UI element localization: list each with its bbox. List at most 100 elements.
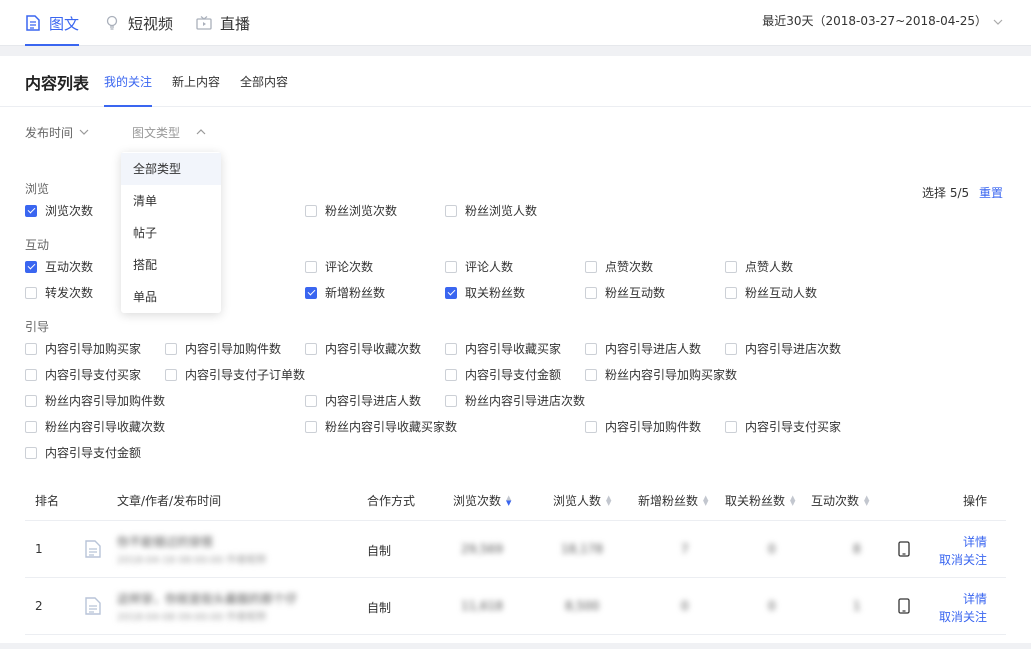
dropdown-option-item[interactable]: 单品 xyxy=(121,281,221,313)
checkbox-guide[interactable]: 内容引导进店人数 xyxy=(305,392,421,409)
checkbox-box xyxy=(445,286,457,299)
th-interact[interactable]: 互动次数 ▲ ▼ xyxy=(811,492,869,509)
cell-article-title[interactable]: 你不能错过的穿搭 xyxy=(117,533,213,550)
th-unfollow[interactable]: 取关粉丝数 ▲ ▼ xyxy=(725,492,795,509)
dropdown-option-post[interactable]: 帖子 xyxy=(121,217,221,249)
cell-interact: 8 xyxy=(853,542,861,556)
th-views[interactable]: 浏览次数 ▲ ▼ xyxy=(453,492,511,509)
date-range-label: 最近30天（2018-03-27~2018-04-25） xyxy=(762,14,987,28)
checkbox-box xyxy=(25,446,37,459)
table-row: 2 这样穿，你就是街头最靓的那个仔 2018-04-08 09:00:00 作者… xyxy=(25,578,1006,635)
tv-icon xyxy=(196,15,212,31)
checkbox-fan-interact-people[interactable]: 粉丝互动人数 xyxy=(725,284,817,301)
checkbox-guide[interactable]: 内容引导加购件数 xyxy=(165,340,281,357)
tab-short-video[interactable]: 短视频 xyxy=(104,0,173,46)
th-new-fans[interactable]: 新增粉丝数 ▲ ▼ xyxy=(638,492,708,509)
checkbox-box xyxy=(25,260,37,273)
cell-new-fans: 0 xyxy=(681,599,689,613)
checkbox-guide[interactable]: 内容引导收藏买家 xyxy=(445,340,561,357)
cell-views: 29,569 xyxy=(461,542,503,556)
checkbox-label: 内容引导收藏次数 xyxy=(325,342,422,356)
checkbox-box xyxy=(445,368,457,381)
checkbox-guide[interactable]: 内容引导进店人数 xyxy=(585,340,701,357)
checkbox-label: 内容引导加购件数 xyxy=(185,342,282,356)
checkbox-guide[interactable]: 内容引导进店次数 xyxy=(725,340,841,357)
subtab-all[interactable]: 全部内容 xyxy=(240,73,288,107)
checkbox-guide[interactable]: 内容引导支付金额 xyxy=(445,366,561,383)
checkbox-box xyxy=(305,204,317,217)
checkbox-like-count[interactable]: 点赞次数 xyxy=(585,258,653,275)
checkbox-label: 内容引导支付子订单数 xyxy=(185,368,306,382)
checkbox-label: 点赞人数 xyxy=(745,260,794,274)
checkbox-fan-browse-count[interactable]: 粉丝浏览次数 xyxy=(305,202,397,219)
th-viewers[interactable]: 浏览人数 ▲ ▼ xyxy=(553,492,611,509)
checkbox-label: 评论次数 xyxy=(325,260,374,274)
tab-graphic[interactable]: 图文 xyxy=(25,0,80,46)
checkbox-box xyxy=(25,368,37,381)
checkbox-label: 内容引导支付金额 xyxy=(465,368,562,382)
checkbox-guide[interactable]: 内容引导支付买家 xyxy=(725,418,841,435)
checkbox-browse-count[interactable]: 浏览次数 xyxy=(25,202,93,219)
checkbox-comment-people[interactable]: 评论人数 xyxy=(445,258,513,275)
dropdown-option-outfit[interactable]: 搭配 xyxy=(121,249,221,281)
unfollow-link[interactable]: 取消关注 xyxy=(939,551,987,568)
th-label: 取关粉丝数 xyxy=(725,494,786,508)
selection-label: 选择 5/5 xyxy=(922,186,970,200)
checkbox-share-count[interactable]: 转发次数 xyxy=(25,284,93,301)
th-label: 浏览人数 xyxy=(553,494,602,508)
checkbox-guide[interactable]: 内容引导支付子订单数 xyxy=(165,366,305,383)
checkbox-box xyxy=(25,286,37,299)
checkbox-guide[interactable]: 内容引导支付金额 xyxy=(25,444,141,461)
unfollow-link[interactable]: 取消关注 xyxy=(939,608,987,625)
publish-time-filter[interactable]: 发布时间 xyxy=(25,124,89,141)
dropdown-option-all[interactable]: 全部类型 xyxy=(121,153,221,185)
checkbox-guide[interactable]: 粉丝内容引导加购件数 xyxy=(25,392,165,409)
subtab-my-follow[interactable]: 我的关注 xyxy=(104,73,153,107)
filter-label: 发布时间 xyxy=(25,126,74,140)
checkbox-like-people[interactable]: 点赞人数 xyxy=(725,258,793,275)
phone-preview-icon[interactable] xyxy=(898,598,910,614)
checkbox-box xyxy=(25,204,37,217)
checkbox-label: 粉丝浏览人数 xyxy=(465,204,538,218)
date-range-select[interactable]: 最近30天（2018-03-27~2018-04-25） xyxy=(762,12,1003,29)
checkbox-guide[interactable]: 粉丝内容引导收藏次数 xyxy=(25,418,165,435)
checkbox-box xyxy=(445,204,457,217)
reset-link[interactable]: 重置 xyxy=(979,186,1003,200)
checkbox-label: 内容引导收藏买家 xyxy=(465,342,562,356)
cell-viewers: 8,500 xyxy=(565,599,600,613)
checkbox-guide[interactable]: 粉丝内容引导进店次数 xyxy=(445,392,585,409)
section-label-guide: 引导 xyxy=(25,320,50,334)
th-label: 新增粉丝数 xyxy=(638,494,699,508)
checkbox-label: 内容引导支付买家 xyxy=(45,368,142,382)
card-header: 内容列表 我的关注 新上内容 全部内容 xyxy=(0,56,1031,107)
checkbox-new-fans[interactable]: 新增粉丝数 xyxy=(305,284,385,301)
checkbox-guide[interactable]: 粉丝内容引导加购买家数 xyxy=(585,366,737,383)
checkbox-guide[interactable]: 粉丝内容引导收藏买家数 xyxy=(305,418,457,435)
checkbox-unfollow-fans[interactable]: 取关粉丝数 xyxy=(445,284,525,301)
detail-link[interactable]: 详情 xyxy=(963,590,987,607)
checkbox-comment-count[interactable]: 评论次数 xyxy=(305,258,373,275)
subtab-new[interactable]: 新上内容 xyxy=(172,73,220,107)
checkbox-label: 评论人数 xyxy=(465,260,514,274)
checkbox-guide[interactable]: 内容引导加购件数 xyxy=(585,418,701,435)
checkbox-guide[interactable]: 内容引导加购买家 xyxy=(25,340,141,357)
checkbox-interact-count[interactable]: 互动次数 xyxy=(25,258,93,275)
checkbox-fan-interact[interactable]: 粉丝互动数 xyxy=(585,284,665,301)
checkbox-fan-browse-people[interactable]: 粉丝浏览人数 xyxy=(445,202,537,219)
checkbox-box xyxy=(305,286,317,299)
sort-icon: ▲ ▼ xyxy=(864,493,870,507)
phone-preview-icon[interactable] xyxy=(898,541,910,557)
cell-viewers: 18,178 xyxy=(561,542,603,556)
checkbox-box xyxy=(585,286,597,299)
dropdown-option-list[interactable]: 清单 xyxy=(121,185,221,217)
document-icon xyxy=(25,15,41,31)
content-type-filter[interactable]: 图文类型 xyxy=(132,124,206,141)
detail-link[interactable]: 详情 xyxy=(963,533,987,550)
checkbox-box xyxy=(25,394,37,407)
checkbox-guide[interactable]: 内容引导支付买家 xyxy=(25,366,141,383)
tab-label: 图文 xyxy=(49,14,80,33)
tab-live[interactable]: 直播 xyxy=(196,0,250,46)
checkbox-guide[interactable]: 内容引导收藏次数 xyxy=(305,340,421,357)
tab-label: 直播 xyxy=(220,14,251,33)
cell-article-title[interactable]: 这样穿，你就是街头最靓的那个仔 xyxy=(117,590,297,607)
